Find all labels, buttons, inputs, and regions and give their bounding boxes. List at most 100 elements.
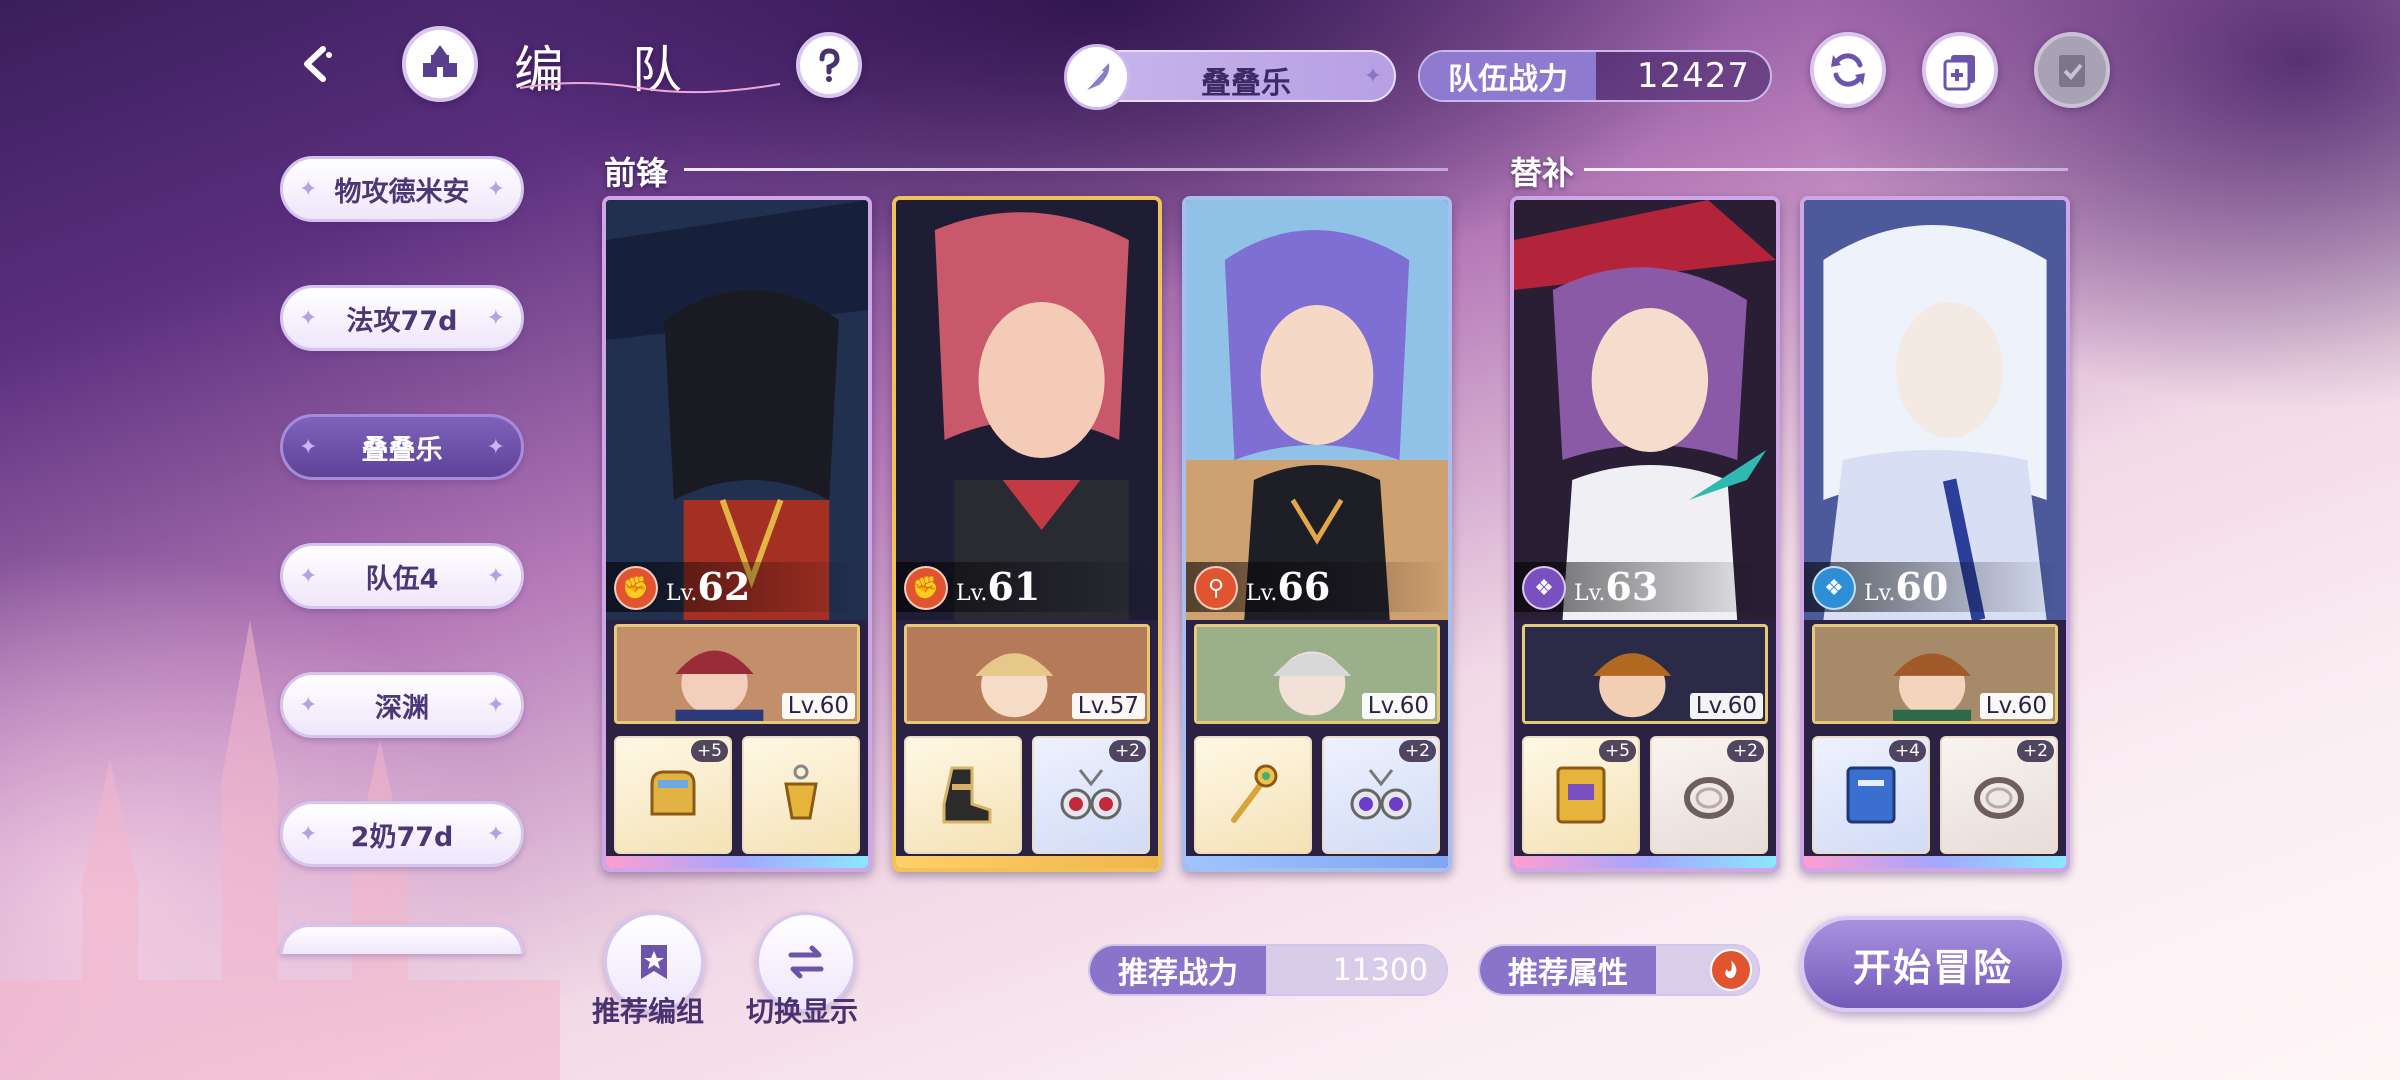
team-power-label: 队伍战力 [1420,52,1596,100]
ring-icon [1684,777,1734,819]
character-level: Lv.60 [1864,564,1949,609]
support-character[interactable]: Lv.57 [904,624,1150,724]
equipment-slot-2[interactable] [742,736,860,854]
swap-arrows-icon [788,945,824,979]
enhance-level: +2 [1398,740,1436,762]
character-level: Lv.63 [1574,564,1659,609]
fire-element-icon: ✊ [904,566,948,610]
sparkle-icon: ✦ [299,306,318,331]
equipment-slot-2[interactable]: +2 [1322,736,1440,854]
recommended-attribute-label: 推荐属性 [1480,946,1656,994]
equipment-slot-2[interactable]: +2 [1940,736,2058,854]
sparkle-icon: ✦ [299,822,318,847]
team-selector-label: 叠叠乐 [1201,66,1291,101]
character-portrait [1514,200,1776,620]
character-level: Lv.62 [666,564,751,609]
recommended-power-value: 11300 [1266,946,1446,994]
card-rarity-strip [896,856,1158,868]
clipboard-check-icon [2059,55,2085,87]
refresh-button[interactable] [1810,32,1886,108]
title-flourish [520,82,780,94]
home-button[interactable] [402,26,478,102]
recommended-attribute-value [1656,946,1758,994]
character-portrait [896,200,1158,620]
sparkle-icon: ✦ [486,693,505,718]
fire-element-icon: ✊ [614,566,658,610]
sparkle-icon: ✦ [1363,64,1382,89]
character-portrait [1186,200,1448,620]
confirm-team-button[interactable] [2034,32,2110,108]
team-item-label: 深渊 [375,692,429,724]
team-item-3[interactable]: ✦ 叠叠乐 ✦ [280,414,524,480]
team-item-label: 2奶77d [350,821,454,853]
sparkle-icon: ✦ [486,435,505,460]
boot-icon [942,766,992,824]
staff-icon [1231,764,1278,823]
front-section-divider [684,168,1448,171]
support-character[interactable]: Lv.60 [1194,624,1440,724]
team-item-5[interactable]: ✦ 深渊 ✦ [280,672,524,738]
team-item-4[interactable]: ✦ 队伍4 ✦ [280,543,524,609]
character-card-3[interactable]: ⚲ Lv.66 Lv.60 +2 [1182,196,1452,872]
equipment-slot-1[interactable]: +5 [1522,736,1640,854]
gauntlet-icon [650,770,696,816]
support-character[interactable]: Lv.60 [1522,624,1768,724]
sub-section-divider [1584,168,2068,171]
purple-earring-icon [1350,769,1412,820]
ring-icon [1974,777,2024,819]
equipment-slot-2[interactable]: +2 [1032,736,1150,854]
character-card-4[interactable]: ❖ Lv.63 Lv.60 +5 +2 [1510,196,1780,872]
sparkle-icon: ✦ [486,177,505,202]
equipment-slot-1[interactable]: +4 [1812,736,1930,854]
equipment-slot-1[interactable] [1194,736,1312,854]
sub-section-title: 替补 [1510,154,1575,192]
team-selector[interactable]: 叠叠乐 ✦ [1064,44,1396,110]
team-item-6[interactable]: ✦ 2奶77d ✦ [280,801,524,867]
team-item-label: 法攻77d [346,305,458,337]
blue-book-icon [1846,766,1896,824]
team-item-2[interactable]: ✦ 法攻77d ✦ [280,285,524,351]
team-power: 队伍战力 12427 [1418,50,1772,102]
support-level: Lv.60 [1689,693,1763,719]
sparkle-icon: ✦ [299,435,318,460]
support-character[interactable]: Lv.60 [1812,624,2058,724]
sparkle-icon: ✦ [486,564,505,589]
help-button[interactable] [796,32,862,98]
enhance-level: +5 [690,740,728,762]
question-icon [819,48,840,82]
recommended-power-label: 推荐战力 [1090,946,1266,994]
copy-team-button[interactable] [1922,32,1998,108]
back-button[interactable] [280,26,356,102]
team-item-7[interactable] [280,924,524,954]
start-adventure-button[interactable]: 开始冒险 [1800,916,2066,1012]
gold-earring-icon [784,764,818,820]
card-rarity-strip [1804,856,2066,868]
refresh-icon [1831,53,1865,87]
equipment-slot-1[interactable] [904,736,1022,854]
recommended-attribute: 推荐属性 [1478,944,1760,996]
enhance-level: +2 [1726,740,1764,762]
support-level: Lv.60 [1979,693,2053,719]
equipment-slot-1[interactable]: +5 [614,736,732,854]
recommended-power: 推荐战力 11300 [1088,944,1448,996]
equipment-slot-2[interactable]: +2 [1650,736,1768,854]
support-character[interactable]: Lv.60 [614,624,860,724]
gold-book-icon [1556,766,1606,824]
character-card-1[interactable]: ✊ Lv.62 Lv.60 +5 [602,196,872,872]
character-card-5[interactable]: ❖ Lv.60 Lv.60 +4 +2 [1800,196,2070,872]
sparkle-icon: ✦ [299,177,318,202]
sparkle-icon: ✦ [299,564,318,589]
team-power-value: 12427 [1596,52,1770,100]
team-item-label: 队伍4 [365,563,439,595]
card-rarity-strip [1514,856,1776,868]
character-card-2[interactable]: ✊ Lv.61 Lv.57 +2 [892,196,1162,872]
sparkle-icon: ✦ [299,693,318,718]
red-earring-icon [1060,769,1122,820]
bookmark-star-icon [641,945,667,979]
enhance-level: +2 [2016,740,2054,762]
team-item-1[interactable]: ✦ 物攻德米安 ✦ [280,156,524,222]
team-item-label: 物攻德米安 [334,176,470,208]
card-rarity-strip [1186,856,1448,868]
feather-icon [1064,44,1130,110]
sparkle-icon: ✦ [486,822,505,847]
